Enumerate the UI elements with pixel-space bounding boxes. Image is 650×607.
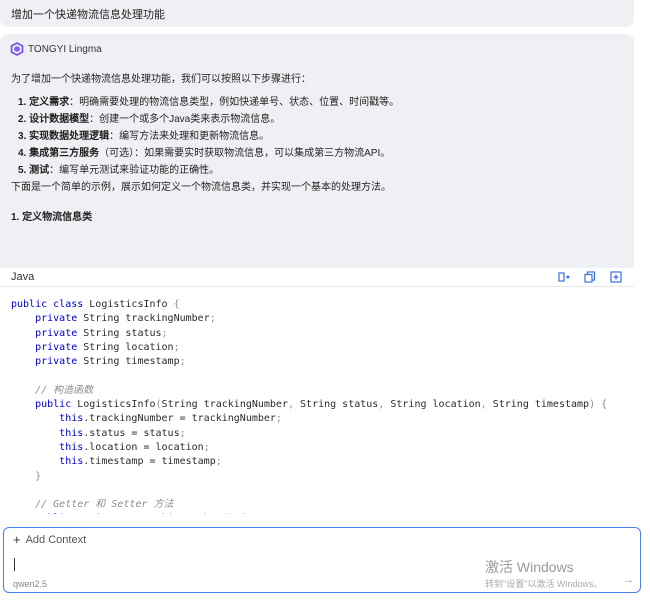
new-file-icon[interactable] (610, 271, 622, 283)
code-line: // 构造函数 (35, 384, 94, 396)
plus-icon: + (13, 532, 21, 547)
code-line: public class LogisticsInfo { (11, 299, 180, 310)
code-line: public String getTrackingNumber() { (11, 512, 607, 514)
activation-watermark: 激活 Windows (485, 559, 574, 575)
assistant-message: TONGYI Lingma 为了增加一个快递物流信息处理功能，我们可以按照以下步… (0, 34, 634, 514)
step-item: 5. 测试：编写单元测试来验证功能的正确性。 (18, 165, 220, 176)
text-caret (14, 558, 15, 571)
code-language: Java (11, 271, 35, 283)
code-line: private String timestamp; (35, 356, 186, 368)
code-line: this.status = status; (59, 427, 186, 439)
copy-icon[interactable] (584, 271, 596, 283)
code-line: // Getter 和 Setter 方法 (35, 499, 174, 511)
add-context-label: Add Context (25, 534, 87, 546)
summary-text: 下面是一个简单的示例，展示如何定义一个物流信息类，并实现一个基本的处理方法。 (11, 182, 391, 193)
step-item: 1. 定义需求：明确需要处理的物流信息类型，例如快递单号、状态、位置、时间戳等。 (18, 97, 400, 108)
step-item: 2. 设计数据模型：创建一个或多个Java类来表示物流信息。 (18, 114, 281, 125)
code-line: } (35, 470, 42, 482)
user-message-text: 增加一个快递物流信息处理功能 (11, 9, 165, 21)
code-actions (558, 271, 622, 283)
tongyi-logo-icon (10, 42, 24, 56)
code-header: Java (0, 268, 634, 287)
step-item: 3. 实现数据处理逻辑：编写方法来处理和更新物流信息。 (18, 131, 270, 142)
section-heading: 1. 定义物流信息类 (11, 212, 93, 223)
intro-text: 为了增加一个快递物流信息处理功能，我们可以按照以下步骤进行： (11, 74, 311, 85)
code-line: private String status; (35, 327, 168, 339)
code-block: Java public class LogisticsInfo { privat… (0, 268, 634, 514)
code-line: public LogisticsInfo(String trackingNumb… (35, 399, 608, 411)
code-line: private String location; (35, 341, 180, 353)
send-icon[interactable]: → (623, 574, 634, 586)
code-line: this.trackingNumber = trackingNumber; (59, 413, 282, 425)
code-line: this.timestamp = timestamp; (59, 456, 222, 468)
code-content: public class LogisticsInfo { private Str… (11, 298, 607, 514)
steps-list: 1. 定义需求：明确需要处理的物流信息类型，例如快递单号、状态、位置、时间戳等。… (18, 94, 399, 179)
code-line: private String trackingNumber; (35, 313, 216, 325)
assistant-brand: TONGYI Lingma (10, 42, 102, 56)
code-line: this.location = location; (59, 441, 210, 453)
user-message-bubble: 增加一个快递物流信息处理功能 (0, 0, 634, 27)
step-item: 4. 集成第三方服务（可选）：如果需要实时获取物流信息，可以集成第三方物流API… (18, 148, 391, 159)
brand-name: TONGYI Lingma (28, 43, 102, 55)
add-context-button[interactable]: + Add Context (13, 532, 87, 547)
model-selector[interactable]: qwen2.5 (13, 579, 47, 589)
activation-watermark-hint: 转到"设置"以激活 Windows。 (485, 579, 603, 589)
insert-code-icon[interactable] (558, 271, 570, 283)
